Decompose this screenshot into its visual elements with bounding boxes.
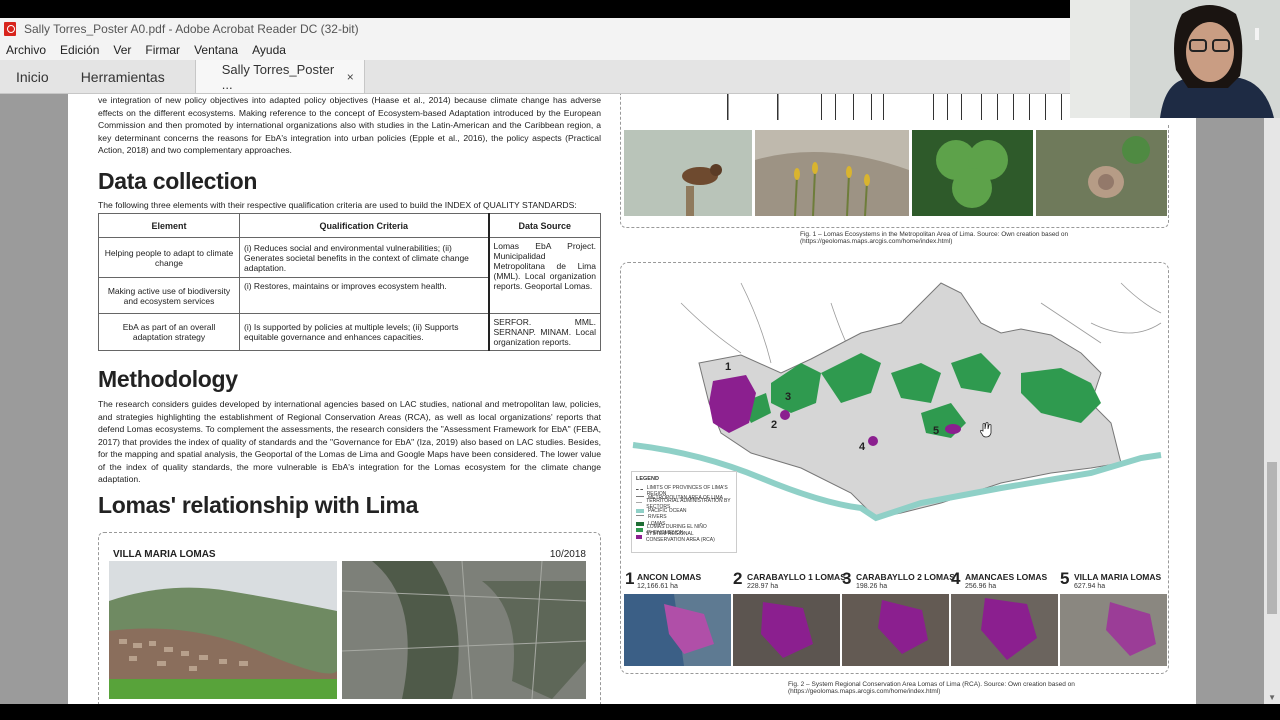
rca-area: 228.97 ha <box>747 583 779 590</box>
hillside-houses-photo <box>109 561 337 699</box>
table-header: Data Source <box>487 213 601 238</box>
rca-area: 198.26 ha <box>856 583 888 590</box>
carabayllo2-satellite-image <box>842 594 949 666</box>
pdf-page[interactable]: ve integration of new policy objectives … <box>68 94 1196 704</box>
methodology-paragraph: The research considers guides developed … <box>98 399 601 484</box>
menu-ver[interactable]: Ver <box>113 43 131 57</box>
ancon-satellite-image <box>624 594 731 666</box>
flowers-hill-photo <box>755 130 909 216</box>
villa-maria-date: 10/2018 <box>549 549 586 560</box>
table-cell: EbA as part of an overall adaptation str… <box>98 313 240 351</box>
map-label-1: 1 <box>725 361 732 373</box>
snail-photo <box>1036 130 1167 216</box>
legend-row: TERRITORIAL ADMINISTRATION BY SECTORS <box>636 498 732 510</box>
scroll-thumb[interactable] <box>1267 462 1277 614</box>
rca-number: 5 <box>1060 569 1070 588</box>
methodology-heading: Methodology <box>98 366 238 392</box>
rca-area: 12,166.61 ha <box>637 583 678 590</box>
close-icon[interactable]: × <box>347 70 354 84</box>
villa-maria-title: VILLA MARIA LOMAS <box>113 549 216 560</box>
tab-document[interactable]: Sally Torres_Poster ... × <box>194 60 365 93</box>
rca-name: CARABAYLLO 2 LOMAS <box>856 572 955 582</box>
map-label-3: 3 <box>785 391 792 403</box>
rca-name: VILLA MARIA LOMAS <box>1074 572 1162 582</box>
rca-area: 256.96 ha <box>965 583 997 590</box>
legend-row: LIMITS OF PROVINCES OF LIMA'S REGION <box>636 485 732 497</box>
table-cell: Helping people to adapt to climate chang… <box>98 237 240 278</box>
fig2-caption: Fig. 2 – System Regional Conservation Ar… <box>788 681 1075 695</box>
rca-number: 2 <box>733 569 743 588</box>
intro-paragraph: ve integration of new policy objectives … <box>98 95 601 155</box>
rca-name: ANCON LOMAS <box>637 572 702 582</box>
quality-table: Element Qualification Criteria Data Sour… <box>98 213 601 351</box>
clover-photo <box>912 130 1033 216</box>
window-title: Sally Torres_Poster A0.pdf - Adobe Acrob… <box>24 22 359 36</box>
tab-inicio[interactable]: Inicio <box>0 60 65 93</box>
fig1-caption: Fig. 1 – Lomas Ecosystems in the Metropo… <box>800 231 1069 245</box>
bottom-black-bar <box>0 704 1280 720</box>
relationship-heading: Lomas' relationship with Lima <box>98 492 419 518</box>
rca-area: 627.94 ha <box>1074 583 1106 590</box>
menu-firmar[interactable]: Firmar <box>145 43 180 57</box>
table-cell: SERFOR. MML. SERNANP. MINAM. Local organ… <box>487 313 601 351</box>
bird-photo <box>624 130 752 216</box>
table-cell: (i) Is supported by policies at multiple… <box>239 313 489 351</box>
map-label-5: 5 <box>933 425 940 437</box>
menu-ayuda[interactable]: Ayuda <box>252 43 286 57</box>
carabayllo1-satellite-image <box>733 594 840 666</box>
menu-archivo[interactable]: Archivo <box>6 43 46 57</box>
data-collection-intro: The following three elements with their … <box>98 200 577 210</box>
rca-number: 3 <box>842 569 852 588</box>
vertical-scrollbar[interactable]: ▲ ▼ <box>1264 94 1280 704</box>
map-label-4: 4 <box>859 441 866 453</box>
webcam-overlay <box>1070 0 1280 118</box>
rca-name: AMANCAES LOMAS <box>965 572 1048 582</box>
tab-herramientas[interactable]: Herramientas <box>65 60 181 93</box>
menu-edicion[interactable]: Edición <box>60 43 99 57</box>
amancaes-satellite-image <box>951 594 1058 666</box>
menu-ventana[interactable]: Ventana <box>194 43 238 57</box>
villa-maria-satellite-image <box>1060 594 1167 666</box>
scroll-down-arrow-icon[interactable]: ▼ <box>1268 693 1276 702</box>
table-cell: (i) Restores, maintains or improves ecos… <box>239 277 489 314</box>
acrobat-window: Sally Torres_Poster A0.pdf - Adobe Acrob… <box>0 0 1280 720</box>
villa-maria-box: VILLA MARIA LOMAS 10/2018 <box>98 532 601 704</box>
tab-document-label: Sally Torres_Poster ... <box>221 61 335 92</box>
data-collection-heading: Data collection <box>98 168 258 194</box>
table-cell: Lomas EbA Project. Municipalidad Metropo… <box>487 237 601 314</box>
map-legend: LEGEND LIMITS OF PROVINCES OF LIMA'S REG… <box>631 471 737 553</box>
legend-title: LEGEND <box>636 476 659 482</box>
rca-map-box: 1 2 3 4 5 LEGEND LIMITS OF PROVINCES OF … <box>620 262 1169 674</box>
table-header: Element <box>98 213 240 238</box>
rca-number: 1 <box>625 569 635 588</box>
table-header: Qualification Criteria <box>239 213 489 238</box>
satellite-view-photo <box>342 561 586 699</box>
table-cell: (i) Reduces social and environmental vul… <box>239 237 489 278</box>
hand-cursor-icon <box>979 422 992 438</box>
rca-name: CARABAYLLO 1 LOMAS <box>747 572 846 582</box>
map-label-2: 2 <box>771 419 778 431</box>
table-cell: Making active use of biodiversity and ec… <box>98 277 240 314</box>
rca-number: 4 <box>951 569 961 588</box>
legend-row: SYSTEM REGIONAL CONSERVATION AREA (RCA) <box>636 531 732 543</box>
pdf-icon <box>4 22 16 36</box>
